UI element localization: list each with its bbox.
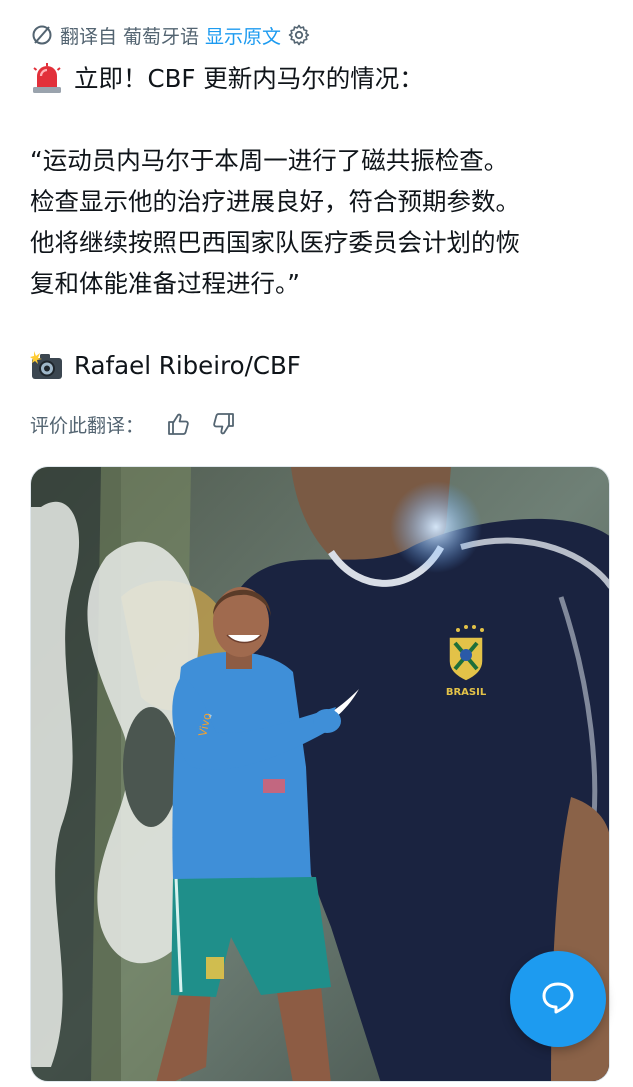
thumbs-down-icon[interactable] [210,411,236,437]
translated-from-label: 翻译自 [60,25,118,48]
siren-emoji-icon [30,62,64,96]
quote-line: 复和体能准备过程进行。” [30,269,300,298]
quote-line: 他将继续按照巴西国家队医疗委员会计划的恢 [30,228,520,257]
quote-line: “运动员内马尔于本周一进行了磁共振检查。 [30,146,509,175]
chat-bubble-icon [538,977,578,1021]
camera-flash-emoji-icon [30,349,64,383]
gear-icon[interactable] [287,23,311,47]
rate-translation-bar: 评价此翻译： [30,408,236,440]
post-text: 立即！CBF 更新内马尔的情况： “运动员内马尔于本周一进行了磁共振检查。 检查… [30,58,610,386]
quote-block: “运动员内马尔于本周一进行了磁共振检查。 检查显示他的治疗进展良好，符合预期参数… [30,140,610,304]
show-original-link[interactable]: 显示原文 [205,22,281,49]
thumbs-up-icon[interactable] [166,411,192,437]
rate-translation-label: 评价此翻译： [30,414,145,437]
jersey-brasil-text: BRASIL [446,687,487,698]
translate-icon [30,23,54,47]
reply-fab-button[interactable] [510,951,606,1047]
headline-text: 立即！CBF 更新内马尔的情况： [74,64,424,93]
translation-bar: 翻译自 葡萄牙语 显示原文 [30,20,311,50]
source-language: 葡萄牙语 [123,25,200,48]
photo-credit-line: Rafael Ribeiro/CBF [30,345,610,386]
quote-line: 检查显示他的治疗进展良好，符合预期参数。 [30,187,520,216]
photo-credit-text: Rafael Ribeiro/CBF [74,351,301,380]
headline-line: 立即！CBF 更新内马尔的情况： [30,58,610,99]
